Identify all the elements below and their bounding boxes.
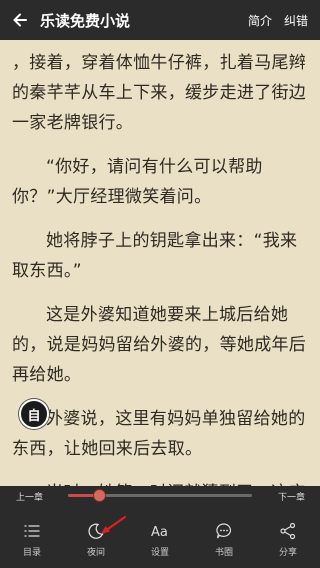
menu-catalog[interactable]: 目录 <box>0 522 64 568</box>
bottom-panel: 上一章 下一章 目录 夜间 Aa 设置 书圈 分享 <box>0 486 320 568</box>
menu-label: 设置 <box>150 548 169 558</box>
menu-label: 书圈 <box>214 548 233 558</box>
auto-read-float-button[interactable]: 自 <box>19 399 49 429</box>
paragraph: 这是外婆知道她要来上城后给她的，说是妈妈留给外婆的，等她成年后再给她。 <box>12 305 307 385</box>
menu-share[interactable]: 分享 <box>256 522 320 568</box>
menu-label: 目录 <box>22 548 41 558</box>
paragraph: 外婆说，这里有妈妈单独留给她的东西，让她回来后去取。 <box>12 409 306 459</box>
paragraph: 当时，她第一时间就猜到了，这应该就是前世秦岩他们处心积虑想要拿到的、秦家祖传的调… <box>12 478 308 486</box>
prev-chapter-button[interactable]: 上一章 <box>16 490 43 503</box>
paragraph: ，接着，穿着体恤牛仔裤，扎着马尾辫的秦芊芊从车上下来，缓步走进了街边一家老牌银行… <box>12 53 307 133</box>
back-arrow-icon <box>13 13 27 27</box>
bottom-menu: 目录 夜间 Aa 设置 书圈 分享 <box>0 522 320 568</box>
next-chapter-button[interactable]: 下一章 <box>278 490 305 503</box>
share-icon <box>280 522 296 540</box>
paragraph: “你好，请问有什么可以帮助你？”大厅经理微笑着问。 <box>12 157 263 207</box>
menu-label: 分享 <box>278 548 297 558</box>
menu-label: 夜间 <box>86 548 105 558</box>
paragraph: 她将脖子上的钥匙拿出来：“我来取东西。” <box>12 231 298 281</box>
report-error-button[interactable]: 纠错 <box>284 12 308 29</box>
chapter-progress-row: 上一章 下一章 <box>0 486 320 508</box>
svg-text:Aa: Aa <box>151 525 168 540</box>
chapter-progress-slider[interactable] <box>68 489 252 502</box>
chat-bubble-icon <box>216 523 232 539</box>
progress-knob[interactable] <box>93 489 107 502</box>
app-title: 乐读免费小说 <box>40 11 131 30</box>
annotation-arrow-icon <box>101 515 127 534</box>
back-button[interactable] <box>0 0 40 40</box>
top-bar: 乐读免费小说 简介 纠错 <box>0 0 320 40</box>
menu-book-circle[interactable]: 书圈 <box>192 522 256 568</box>
list-icon <box>24 525 40 537</box>
font-settings-icon: Aa <box>151 525 168 540</box>
menu-settings[interactable]: Aa 设置 <box>128 522 192 568</box>
intro-button[interactable]: 简介 <box>248 12 272 29</box>
